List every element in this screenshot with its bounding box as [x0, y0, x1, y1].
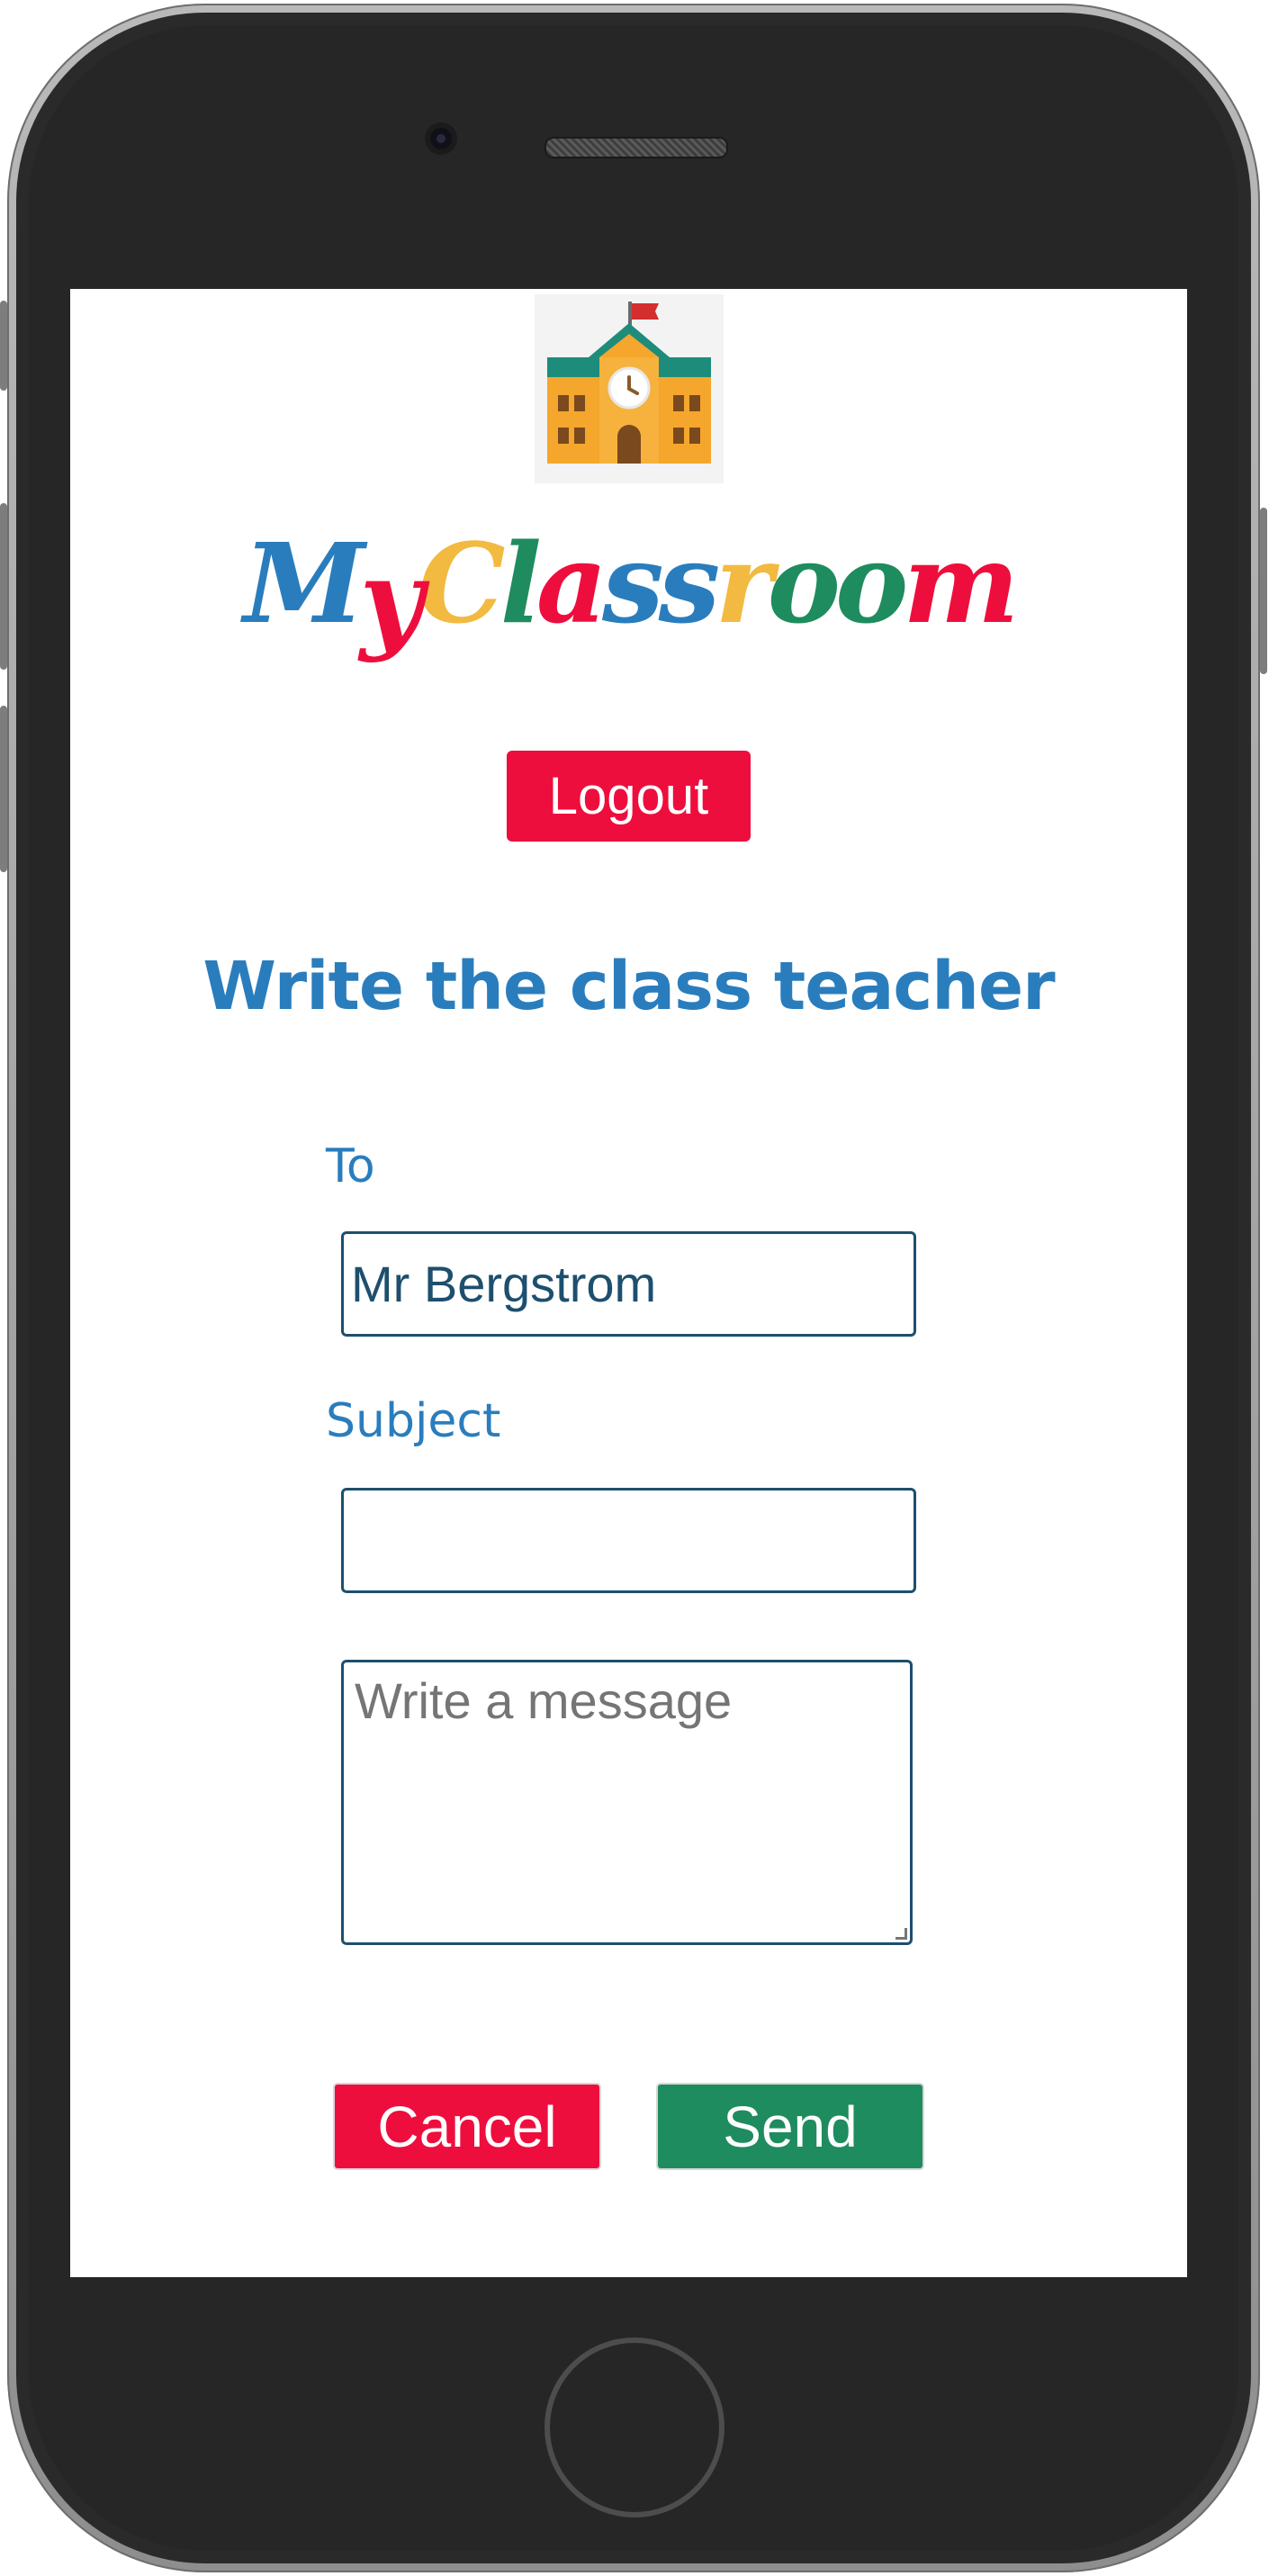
app-title-letter: m [903, 518, 1019, 648]
to-field[interactable]: Mr Bergstrom [341, 1231, 916, 1337]
cancel-button[interactable]: Cancel [333, 2083, 601, 2170]
message-textarea[interactable]: Write a message [341, 1660, 913, 1945]
page-title: Write the class teacher [202, 948, 1055, 1025]
home-button[interactable] [544, 2337, 724, 2517]
send-button[interactable]: Send [656, 2083, 924, 2170]
power-button [1260, 508, 1267, 674]
mute-switch [0, 301, 7, 391]
app-title-letter: C [418, 518, 505, 648]
app-title-letter: y [359, 535, 424, 664]
app-screen: MyClassroom Logout Write the class teach… [70, 289, 1187, 2277]
school-building-icon [535, 294, 724, 483]
subject-label: Subject [326, 1394, 501, 1448]
volume-down-button [0, 706, 7, 872]
app-title-letter: o [767, 518, 841, 648]
volume-up-button [0, 503, 7, 670]
app-title-letter: l [500, 518, 542, 648]
earpiece-speaker [544, 137, 728, 158]
front-camera-icon [430, 128, 452, 149]
subject-field[interactable] [341, 1488, 916, 1593]
to-label: To [326, 1139, 375, 1193]
app-title-letter: M [243, 518, 365, 648]
resize-handle-icon[interactable] [896, 1928, 907, 1940]
logout-button[interactable]: Logout [507, 751, 751, 842]
app-title-letter: s [658, 518, 721, 648]
message-placeholder: Write a message [355, 1672, 733, 1729]
app-title-letter: s [601, 518, 664, 648]
app-title: MyClassroom [70, 518, 1187, 658]
app-title-letter: o [835, 518, 908, 648]
app-title-letter: r [715, 518, 772, 648]
app-title-letter: a [536, 518, 608, 648]
